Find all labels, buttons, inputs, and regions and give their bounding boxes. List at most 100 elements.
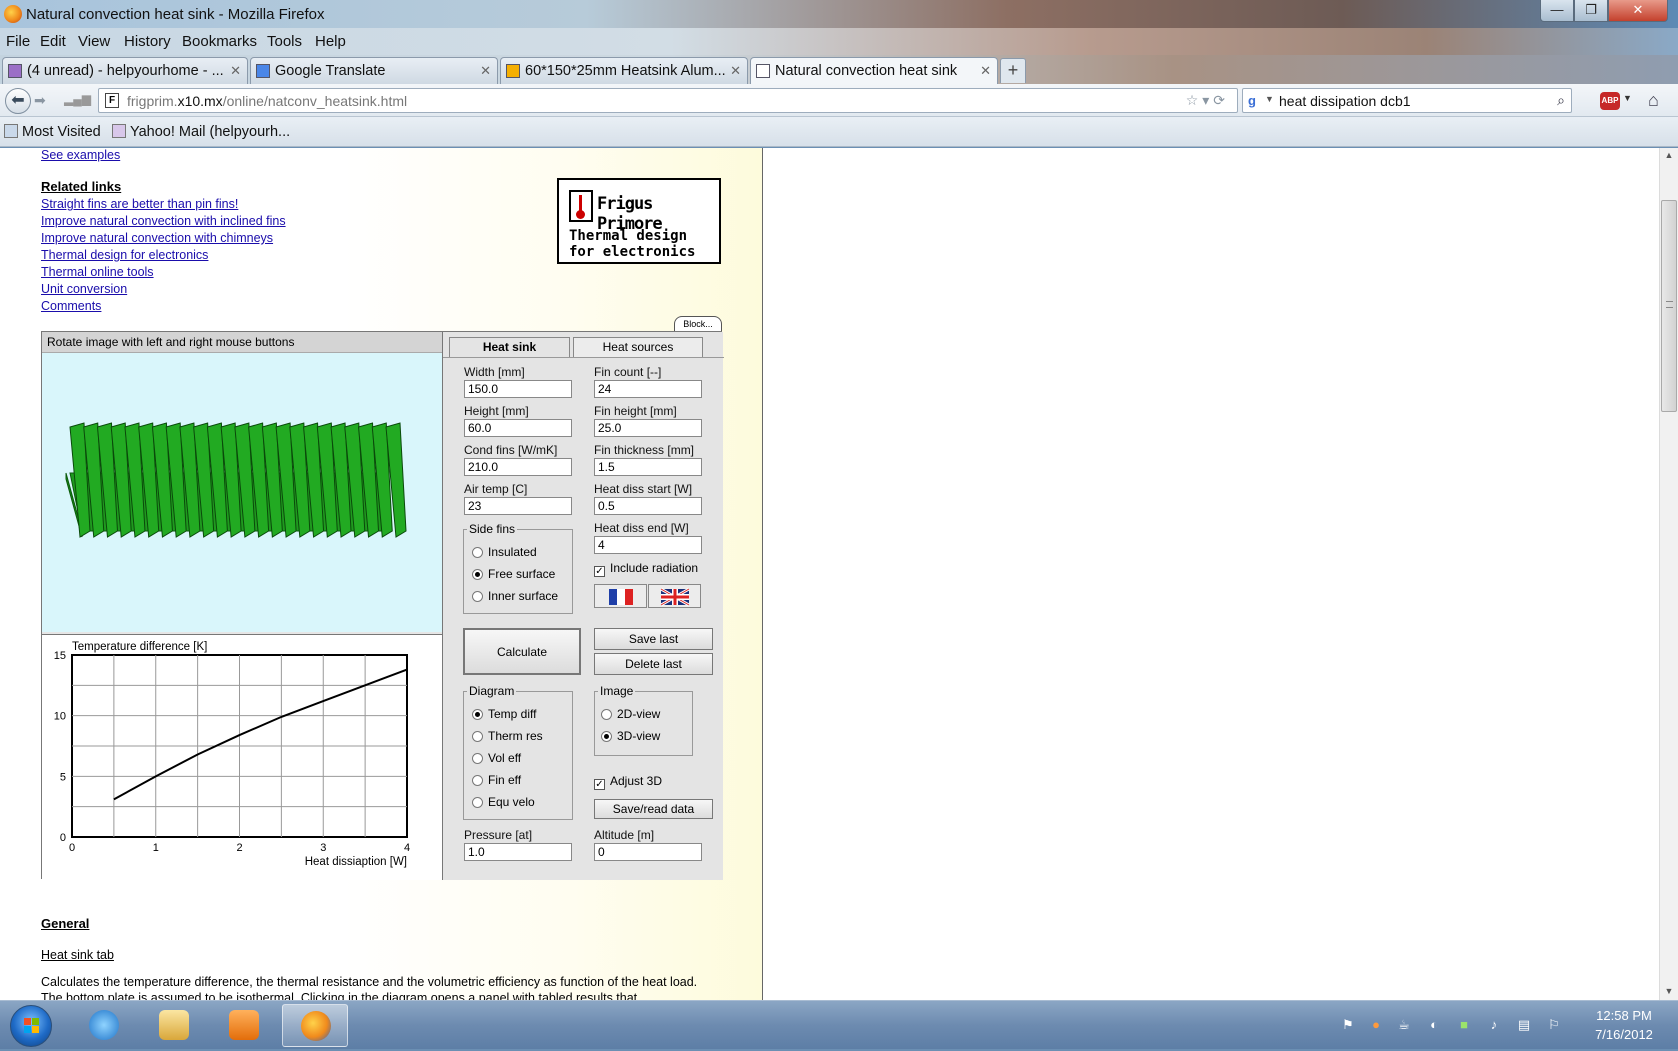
clock-time[interactable]: 12:58 PM bbox=[1584, 1008, 1664, 1023]
sync-tray-icon[interactable]: ◐ bbox=[1426, 1017, 1442, 1033]
start-button[interactable] bbox=[10, 1005, 52, 1047]
width-input[interactable] bbox=[464, 380, 572, 398]
heat-diss-end-input[interactable] bbox=[594, 536, 702, 554]
clock-date[interactable]: 7/16/2012 bbox=[1584, 1027, 1664, 1042]
menu-help[interactable]: Help bbox=[315, 33, 346, 50]
taskbar-internet-explorer[interactable] bbox=[75, 1004, 133, 1047]
menu-view[interactable]: View bbox=[78, 33, 110, 50]
radio-3d-view[interactable]: 3D-view bbox=[601, 729, 660, 743]
scroll-up-icon[interactable]: ▲ bbox=[1660, 150, 1678, 160]
action-center-flag-icon[interactable]: ⚐ bbox=[1546, 1017, 1562, 1033]
chart-svg[interactable]: 0 1 2 3 4 0 5 10 15 Temperature difference [K] Hea… bbox=[42, 635, 442, 881]
tab-heat-sink[interactable]: Heat sink bbox=[449, 337, 570, 357]
french-flag-button[interactable] bbox=[594, 584, 647, 608]
site-identity-icon[interactable]: F bbox=[105, 93, 119, 108]
radio-2d-view[interactable]: 2D-view bbox=[601, 707, 660, 721]
scroll-down-icon[interactable]: ▼ bbox=[1660, 986, 1678, 996]
altitude-label: Altitude [m] bbox=[594, 828, 655, 842]
radio-free-surface[interactable]: Free surface bbox=[472, 567, 555, 581]
taskbar-firefox[interactable] bbox=[282, 1004, 348, 1047]
tab-natural-convection[interactable]: Natural convection heat sink ✕ bbox=[750, 57, 998, 85]
chevron-down-icon[interactable]: ▼ bbox=[1623, 93, 1632, 103]
delete-last-button[interactable]: Delete last bbox=[594, 653, 713, 675]
tab-label: 60*150*25mm Heatsink Alum... bbox=[525, 63, 726, 79]
adjust-3d-checkbox[interactable]: ✓ Adjust 3D bbox=[594, 774, 662, 790]
tab-close-icon[interactable]: ✕ bbox=[230, 63, 241, 79]
radio-fin-eff[interactable]: Fin eff bbox=[472, 773, 521, 787]
radio-vol-eff[interactable]: Vol eff bbox=[472, 751, 521, 765]
bookmark-star-icon[interactable]: ☆▾⟳ bbox=[1186, 92, 1229, 109]
close-button[interactable]: ✕ bbox=[1608, 0, 1668, 22]
include-radiation-checkbox[interactable]: ✓ Include radiation bbox=[594, 561, 698, 577]
heatsink-3d-image[interactable] bbox=[42, 353, 442, 633]
forward-arrow-icon[interactable]: ➡ bbox=[34, 92, 46, 109]
fin-height-input[interactable] bbox=[594, 419, 702, 437]
nvidia-tray-icon[interactable]: ■ bbox=[1456, 1017, 1472, 1033]
calculate-button[interactable]: Calculate bbox=[463, 628, 581, 675]
tab-yahoo-mail[interactable]: (4 unread) - helpyourhome - ... ✕ bbox=[2, 57, 248, 84]
menu-history[interactable]: History bbox=[124, 33, 171, 50]
avast-tray-icon[interactable]: ● bbox=[1368, 1017, 1384, 1033]
block-plugin-button[interactable]: Block... bbox=[674, 316, 722, 332]
java-tray-icon[interactable]: ☕ bbox=[1396, 1017, 1412, 1033]
network-tray-icon[interactable]: ⚑ bbox=[1340, 1017, 1356, 1033]
related-link[interactable]: Unit conversion bbox=[41, 282, 127, 296]
radio-inner-surface[interactable]: Inner surface bbox=[472, 589, 558, 603]
google-icon[interactable]: g bbox=[1248, 93, 1264, 109]
adblock-icon[interactable]: ABP bbox=[1600, 92, 1620, 110]
heatsink-3d-view[interactable] bbox=[42, 352, 442, 632]
save-last-button[interactable]: Save last bbox=[594, 628, 713, 650]
tab-ebay-heatsink[interactable]: 60*150*25mm Heatsink Alum... ✕ bbox=[500, 57, 748, 84]
minimize-button[interactable]: — bbox=[1540, 0, 1574, 22]
menu-edit[interactable]: Edit bbox=[40, 33, 66, 50]
altitude-input[interactable] bbox=[594, 843, 702, 861]
tab-close-icon[interactable]: ✕ bbox=[480, 63, 491, 79]
cond-fins-input[interactable] bbox=[464, 458, 572, 476]
home-icon[interactable]: ⌂ bbox=[1648, 90, 1659, 111]
save-read-data-button[interactable]: Save/read data bbox=[594, 799, 713, 819]
back-arrow-icon[interactable]: ⬅ bbox=[5, 88, 31, 114]
url-text[interactable]: frigprim.x10.mx/online/natconv_heatsink.… bbox=[127, 93, 407, 109]
fin-count-input[interactable] bbox=[594, 380, 702, 398]
menu-tools[interactable]: Tools bbox=[267, 33, 302, 50]
related-link[interactable]: Thermal design for electronics bbox=[41, 248, 208, 262]
chevron-down-icon[interactable]: ▼ bbox=[1265, 94, 1274, 104]
new-tab-button[interactable]: + bbox=[1000, 58, 1026, 83]
menu-file[interactable]: File bbox=[6, 33, 30, 50]
comments-link[interactable]: Comments bbox=[41, 299, 101, 313]
search-input[interactable]: heat dissipation dcb1 bbox=[1279, 93, 1411, 109]
tab-close-icon[interactable]: ✕ bbox=[980, 63, 991, 79]
volume-icon[interactable]: ♪ bbox=[1486, 1017, 1502, 1033]
related-link[interactable]: Improve natural convection with inclined… bbox=[41, 214, 286, 228]
tab-heat-sources[interactable]: Heat sources bbox=[573, 337, 703, 357]
tab-close-icon[interactable]: ✕ bbox=[730, 63, 741, 79]
pressure-input[interactable] bbox=[464, 843, 572, 861]
bookmark-yahoo-mail[interactable]: Yahoo! Mail (helpyourh... bbox=[112, 124, 290, 140]
related-link[interactable]: Improve natural convection with chimneys bbox=[41, 231, 273, 245]
see-examples-link[interactable]: See examples bbox=[41, 148, 120, 162]
maximize-button[interactable]: ❐ bbox=[1574, 0, 1608, 22]
network-icon[interactable]: ▤ bbox=[1516, 1017, 1532, 1033]
uk-flag-button[interactable] bbox=[648, 584, 701, 608]
search-bar[interactable]: g ▼ heat dissipation dcb1 ⌕ bbox=[1242, 88, 1572, 113]
height-input[interactable] bbox=[464, 419, 572, 437]
air-temp-input[interactable] bbox=[464, 497, 572, 515]
related-link[interactable]: Thermal online tools bbox=[41, 265, 154, 279]
scrollbar-thumb[interactable] bbox=[1661, 200, 1677, 412]
bookmark-most-visited[interactable]: Most Visited bbox=[4, 124, 101, 140]
taskbar-explorer[interactable] bbox=[145, 1004, 203, 1047]
fin-thickness-input[interactable] bbox=[594, 458, 702, 476]
search-icon[interactable]: ⌕ bbox=[1557, 92, 1565, 109]
temperature-chart[interactable]: 0 1 2 3 4 0 5 10 15 Temperature difference [K] Hea… bbox=[42, 634, 442, 880]
radio-therm-res[interactable]: Therm res bbox=[472, 729, 543, 743]
heat-diss-start-input[interactable] bbox=[594, 497, 702, 515]
menu-bookmarks[interactable]: Bookmarks bbox=[182, 33, 257, 50]
radio-temp-diff[interactable]: Temp diff bbox=[472, 707, 536, 721]
vertical-scrollbar[interactable]: ▲ ▼ bbox=[1659, 148, 1678, 1000]
url-bar[interactable]: F frigprim.x10.mx/online/natconv_heatsin… bbox=[98, 88, 1238, 113]
related-link[interactable]: Straight fins are better than pin fins! bbox=[41, 197, 238, 211]
radio-insulated[interactable]: Insulated bbox=[472, 545, 537, 559]
radio-equ-velo[interactable]: Equ velo bbox=[472, 795, 535, 809]
tab-google-translate[interactable]: Google Translate ✕ bbox=[250, 57, 498, 84]
taskbar-media-player[interactable] bbox=[215, 1004, 273, 1047]
